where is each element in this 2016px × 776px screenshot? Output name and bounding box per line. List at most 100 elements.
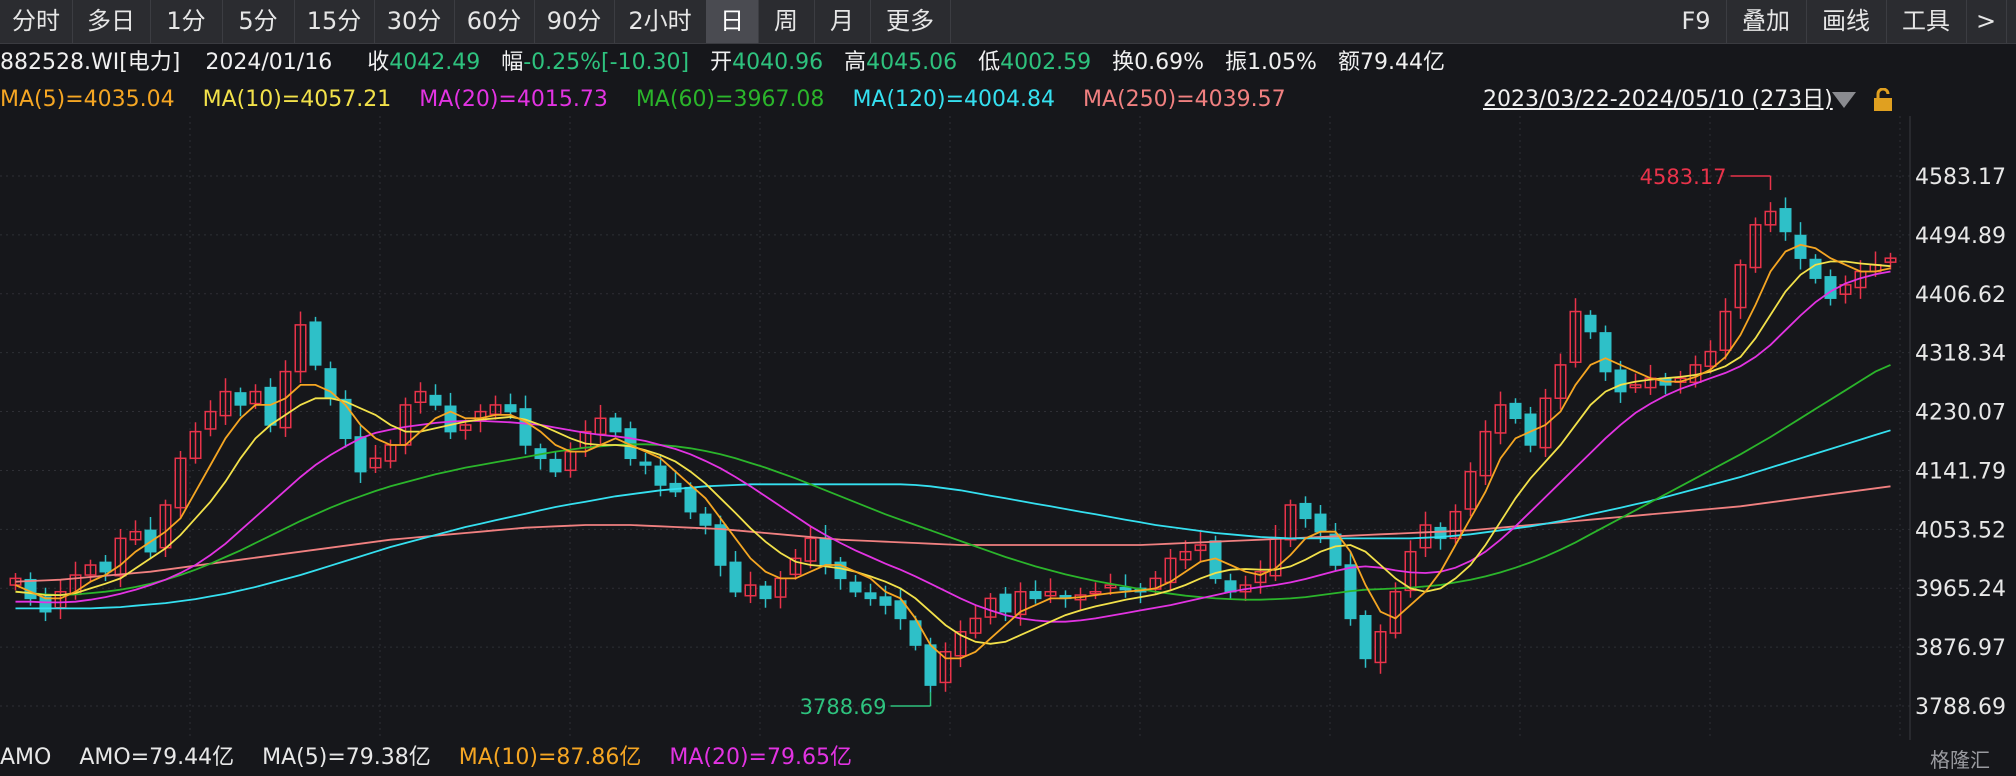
toolbar-right-3[interactable]: 工具 <box>1886 0 1967 43</box>
tab-11[interactable]: 月 <box>814 0 871 43</box>
change-value: -0.25%[-10.30] <box>523 50 690 75</box>
ma250-line <box>15 485 1891 583</box>
turnover-value: 0.69% <box>1134 50 1205 75</box>
range-dropdown-icon[interactable] <box>1832 92 1856 108</box>
change-label: 幅 <box>501 50 524 75</box>
candle-body <box>99 561 112 573</box>
tab-2[interactable]: 1分 <box>150 0 223 43</box>
low-value: 4002.59 <box>1000 50 1092 75</box>
candle-body <box>609 417 622 433</box>
candle-body <box>1359 614 1372 660</box>
candle-body <box>714 524 727 566</box>
tab-6[interactable]: 60分 <box>454 0 535 43</box>
y-tick-label: 4318.34 <box>1915 342 2006 367</box>
ma-item-3: MA(60)=3967.08 <box>635 87 825 112</box>
period-toolbar: 分时 多日 1分 5分 15分 30分 60分 90分 2小时日周月更多 F9 叠加 画线 工具 > <box>0 0 2016 44</box>
candle-body <box>699 513 712 526</box>
candle-body <box>1029 590 1042 600</box>
candle-body <box>1584 314 1597 333</box>
candle-body <box>444 405 457 433</box>
candle-body <box>879 596 892 606</box>
candle-body <box>1224 580 1237 593</box>
close-label: 收 <box>367 50 390 75</box>
tab-5[interactable]: 30分 <box>374 0 455 43</box>
candle-body <box>669 482 682 493</box>
candle-body <box>654 465 667 486</box>
candle-body <box>549 458 562 473</box>
tab-10[interactable]: 周 <box>758 0 815 43</box>
date-range-selector[interactable]: 2023/03/22-2024/05/10 (273日) <box>1483 84 1833 116</box>
amo-item-4: MA(20)=79.65亿 <box>669 745 852 770</box>
lock-icon[interactable] <box>1872 88 1894 112</box>
toolbar-right-0[interactable]: F9 <box>1666 0 1727 43</box>
y-tick-label: 4230.07 <box>1915 401 2006 426</box>
candle-body <box>504 404 517 413</box>
candle-body <box>1809 258 1822 279</box>
y-tick-label: 3876.97 <box>1915 636 2006 661</box>
candle-body <box>519 408 532 446</box>
toolbar-right-4[interactable]: > <box>1966 0 2007 43</box>
open-label: 开 <box>710 50 733 75</box>
high-label: 高 <box>844 50 867 75</box>
tab-1[interactable]: 多日 <box>72 0 151 43</box>
toolbar-right-2[interactable]: 画线 <box>1806 0 1887 43</box>
amplitude-label: 振 <box>1225 50 1248 75</box>
tab-0[interactable]: 分时 <box>0 0 73 43</box>
candle-body <box>1614 369 1627 393</box>
tab-9[interactable]: 日 <box>706 0 759 43</box>
candle-body <box>1119 586 1132 591</box>
tab-7[interactable]: 90分 <box>534 0 615 43</box>
candle-body <box>864 592 877 600</box>
y-tick-label: 4494.89 <box>1915 224 2006 249</box>
ma10-line <box>15 260 1891 645</box>
candle-body <box>924 644 937 686</box>
ma-item-1: MA(10)=4057.21 <box>202 87 392 112</box>
amo-item-3: MA(10)=87.86亿 <box>458 745 642 770</box>
ma120-line <box>15 429 1891 610</box>
ma60-line <box>15 364 1891 601</box>
tab-12[interactable]: 更多 <box>870 0 951 43</box>
y-tick-label: 4141.79 <box>1915 459 2006 484</box>
ma5-line <box>15 243 1891 660</box>
high-value: 4045.06 <box>866 50 958 75</box>
candle-body <box>999 593 1012 613</box>
candle-body <box>234 392 247 406</box>
ma20-line <box>15 270 1891 623</box>
toolbar-right-1[interactable]: 叠加 <box>1726 0 1807 43</box>
min-label: 3788.69 <box>800 695 887 719</box>
candle-body <box>849 581 862 593</box>
candle-body <box>1509 402 1522 420</box>
candle-body <box>24 578 37 600</box>
amo-item-0: AMO <box>0 745 52 770</box>
amo-item-2: MA(5)=79.38亿 <box>262 745 431 770</box>
quote-date: 2024/01/16 <box>205 50 333 75</box>
tab-3[interactable]: 5分 <box>222 0 295 43</box>
amo-legend: AMO AMO=79.44亿 MA(5)=79.38亿 MA(10)=87.86亿 MA… <box>0 740 880 776</box>
y-tick-label: 4406.62 <box>1915 283 2006 308</box>
candle-body <box>729 561 742 593</box>
tab-8[interactable]: 2小时 <box>614 0 707 43</box>
ma-item-0: MA(5)=4035.04 <box>0 87 175 112</box>
candle-body <box>264 386 277 426</box>
amount-value: 79.44亿 <box>1359 50 1445 75</box>
amo-item-1: AMO=79.44亿 <box>79 745 235 770</box>
candle-body <box>309 321 322 366</box>
y-tick-label: 4053.52 <box>1915 518 2006 543</box>
quote-info-bar: 882528.WI[电力] 2024/01/16 收4042.49 幅-0.25… <box>0 44 2016 82</box>
tab-4[interactable]: 15分 <box>294 0 375 43</box>
candle-body <box>759 585 772 600</box>
turnover-label: 换 <box>1112 50 1135 75</box>
candle-body <box>1779 208 1792 233</box>
candle-body <box>684 486 697 513</box>
y-tick-label: 3788.69 <box>1915 695 2006 720</box>
open-value: 4040.96 <box>732 50 824 75</box>
candle-body <box>1599 332 1612 373</box>
ma-item-2: MA(20)=4015.73 <box>419 87 608 112</box>
candle-body <box>429 394 442 406</box>
max-label: 4583.17 <box>1640 165 1727 189</box>
candle-body <box>639 461 652 466</box>
amount-label: 额 <box>1337 50 1360 75</box>
candle-body <box>1314 513 1327 533</box>
ma-item-4: MA(120)=4004.84 <box>852 87 1056 112</box>
ma-item-5: MA(250)=4039.57 <box>1083 87 1286 112</box>
